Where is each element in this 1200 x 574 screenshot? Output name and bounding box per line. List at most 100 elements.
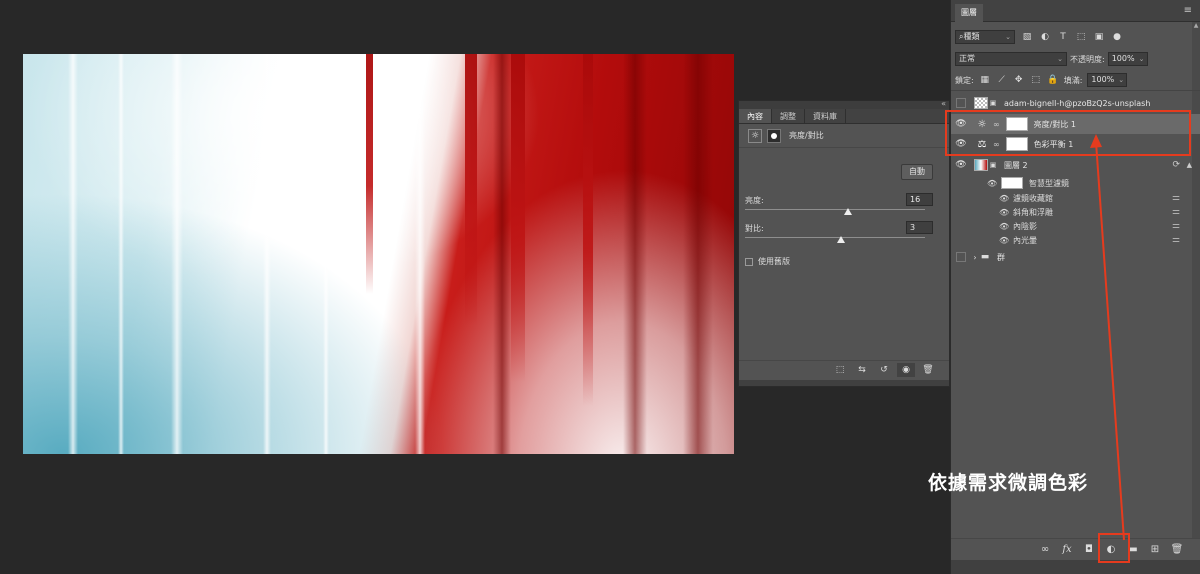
eye-icon[interactable]: 👁 xyxy=(951,160,971,170)
mask-icon[interactable] xyxy=(767,128,781,143)
smart-object-filter-icon[interactable]: ▣ xyxy=(1093,32,1105,42)
smart-filter-item[interactable]: 👁 斜角和浮雕 ⚌ xyxy=(999,205,1200,219)
opacity-value: 100% xyxy=(1111,54,1135,63)
brightness-contrast-icon[interactable]: ☼ xyxy=(748,128,762,143)
filter-options-icon[interactable]: ⚌ xyxy=(1172,207,1180,217)
blend-mode-value: 正常 xyxy=(959,54,975,63)
visibility-toggle-off[interactable] xyxy=(956,252,966,262)
clip-to-layer-icon[interactable]: ⬚ xyxy=(831,363,849,377)
folder-icon: ▬ xyxy=(980,252,990,262)
layers-tabrow: 圖層 ≡ xyxy=(951,0,1200,22)
fx-badge-icon[interactable]: ⟳ xyxy=(1172,160,1180,170)
contrast-slider[interactable] xyxy=(745,237,925,238)
chevron-down-icon: ⌄ xyxy=(1138,55,1145,63)
filter-row: ⌕種類 ⌄ ▧ ◐ T ⬚ ▣ ● xyxy=(955,30,1123,44)
filter-toggle-icon[interactable]: ● xyxy=(1111,32,1123,42)
light-streak xyxy=(415,54,425,454)
new-layer-icon[interactable]: ⊞ xyxy=(1148,544,1162,555)
chevron-right-icon[interactable]: › xyxy=(971,253,979,262)
layer-row-layer-2[interactable]: 👁 ▣ 圖層 2 ⟳ ▲ xyxy=(951,155,1200,175)
visibility-toggle-off[interactable] xyxy=(956,98,966,108)
add-mask-icon[interactable]: ◘ xyxy=(1082,544,1096,555)
lock-label: 鎖定: xyxy=(955,75,974,85)
view-previous-icon[interactable]: ⇆ xyxy=(853,363,871,377)
smart-object-badge-icon: ▣ xyxy=(989,99,997,107)
lock-position-icon[interactable]: ✥ xyxy=(1013,75,1025,85)
filter-kind-select[interactable]: ⌕種類 ⌄ xyxy=(955,30,1015,44)
chevron-down-icon: ⌄ xyxy=(1118,76,1125,84)
scroll-up-icon[interactable]: ▲ xyxy=(1192,22,1200,38)
smart-filter-item[interactable]: 👁 內光暈 ⚌ xyxy=(999,233,1200,247)
blend-mode-select[interactable]: 正常 ⌄ xyxy=(955,52,1067,66)
eye-icon[interactable]: 👁 xyxy=(999,194,1013,203)
opacity-label: 不透明度: xyxy=(1070,54,1105,64)
delete-icon[interactable]: 🗑 xyxy=(919,363,937,377)
collapse-icon[interactable]: « xyxy=(941,99,946,108)
eye-icon[interactable]: 👁 xyxy=(999,208,1013,217)
brightness-slider[interactable] xyxy=(745,209,925,210)
brightness-slider-thumb[interactable] xyxy=(844,208,852,215)
smart-filter-mask-thumbnail[interactable] xyxy=(1001,177,1023,189)
link-layers-icon[interactable]: ∞ xyxy=(1038,544,1052,555)
tab-properties[interactable]: 內容 xyxy=(739,109,772,123)
adjustment-title: 亮度/對比 xyxy=(789,131,824,140)
shape-filter-icon[interactable]: ⬚ xyxy=(1075,32,1087,42)
filter-options-icon[interactable]: ⚌ xyxy=(1172,235,1180,245)
layer-row-group[interactable]: › ▬ 群 xyxy=(951,247,1200,267)
filter-name: 內陰影 xyxy=(1013,221,1037,231)
document-canvas-image[interactable] xyxy=(23,54,734,454)
red-streak xyxy=(366,54,373,294)
panel-menu-icon[interactable]: ≡ xyxy=(1184,5,1192,16)
smart-filters-row[interactable]: 👁 智慧型濾鏡 xyxy=(987,176,1200,190)
layer-thumbnail xyxy=(974,97,988,109)
lock-artboard-icon[interactable]: ⬚ xyxy=(1030,75,1042,85)
red-streak xyxy=(511,54,525,382)
filter-options-icon[interactable]: ⚌ xyxy=(1172,221,1180,231)
tab-libraries[interactable]: 資料庫 xyxy=(805,109,846,123)
lock-paint-icon[interactable]: ⟋ xyxy=(996,75,1008,85)
contrast-label: 對比: xyxy=(745,224,764,233)
visibility-icon[interactable]: ◉ xyxy=(897,362,915,377)
contrast-slider-thumb[interactable] xyxy=(837,236,845,243)
properties-footer: ⬚ ⇆ ↺ ◉ 🗑 xyxy=(739,360,949,378)
eye-icon[interactable]: 👁 xyxy=(999,222,1013,231)
tab-adjustments[interactable]: 調整 xyxy=(772,109,805,123)
reset-icon[interactable]: ↺ xyxy=(875,363,893,377)
panel-collapse-bar[interactable]: « xyxy=(739,99,949,109)
filter-name: 濾鏡收藏館 xyxy=(1013,193,1053,203)
eye-icon[interactable]: 👁 xyxy=(987,179,1001,188)
lock-all-icon[interactable]: 🔒 xyxy=(1047,75,1059,85)
brightness-field[interactable]: 16 xyxy=(906,193,933,206)
smart-object-badge-icon: ▣ xyxy=(989,161,997,169)
fill-field[interactable]: 100% ⌄ xyxy=(1087,73,1128,87)
adjustment-filter-icon[interactable]: ◐ xyxy=(1039,32,1051,42)
layers-footer: ∞ fx ◘ ◐ ▬ ⊞ 🗑 xyxy=(951,538,1200,560)
smart-filter-item[interactable]: 👁 濾鏡收藏館 ⚌ xyxy=(999,191,1200,205)
dark-streak xyxy=(493,54,511,454)
red-streak xyxy=(465,54,477,326)
pixel-filter-icon[interactable]: ▧ xyxy=(1021,32,1033,42)
tab-layers[interactable]: 圖層 xyxy=(955,4,983,22)
light-streak xyxy=(171,54,183,454)
type-filter-icon[interactable]: T xyxy=(1057,32,1069,42)
fx-icon[interactable]: fx xyxy=(1060,544,1074,555)
legacy-option[interactable]: 使用舊版 xyxy=(745,256,790,267)
contrast-field[interactable]: 3 xyxy=(906,221,933,234)
filter-options-icon[interactable]: ⚌ xyxy=(1172,193,1180,203)
panel-resize-grip[interactable] xyxy=(739,380,949,386)
delete-layer-icon[interactable]: 🗑 xyxy=(1170,544,1184,555)
opacity-field[interactable]: 100% ⌄ xyxy=(1107,52,1148,66)
lock-transparency-icon[interactable]: ▦ xyxy=(979,75,991,85)
smart-filter-item[interactable]: 👁 內陰影 ⚌ xyxy=(999,219,1200,233)
chevron-down-icon: ⌄ xyxy=(1057,55,1063,63)
red-streak xyxy=(583,54,593,406)
light-streak xyxy=(263,54,271,454)
auto-button[interactable]: 自動 xyxy=(901,164,933,180)
expand-caret-icon[interactable]: ▲ xyxy=(1187,161,1192,169)
eye-icon[interactable]: 👁 xyxy=(999,236,1013,245)
adjustment-header: ☼ 亮度/對比 xyxy=(739,124,949,148)
filter-name: 內光暈 xyxy=(1013,235,1037,245)
highlight-adjustment-button xyxy=(1098,533,1130,563)
panel-resize-grip[interactable] xyxy=(951,560,1200,574)
legacy-checkbox[interactable] xyxy=(745,257,753,266)
